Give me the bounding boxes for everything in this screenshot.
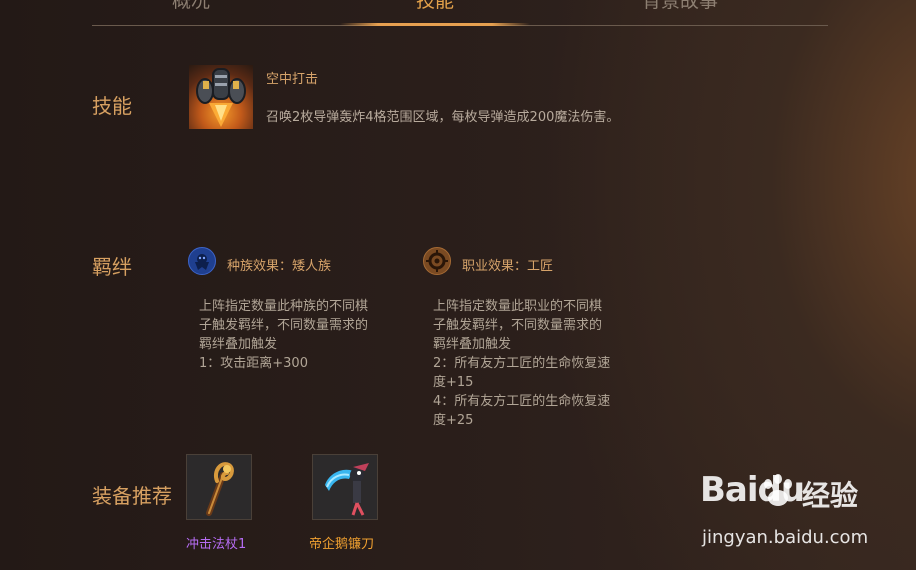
watermark-jing: 经验 bbox=[802, 479, 859, 512]
bond-class-label: 职业效果：工匠 bbox=[462, 259, 554, 274]
staff-icon[interactable] bbox=[186, 454, 252, 520]
tab-skills[interactable]: 技能 bbox=[416, 0, 454, 13]
bond-race-line: 上阵指定数量此种族的不同棋 bbox=[199, 299, 369, 314]
section-title-equipment: 装备推荐 bbox=[92, 484, 172, 508]
equipment-name[interactable]: 冲击法杖1 bbox=[186, 533, 246, 552]
skill-name: 空中打击 bbox=[266, 72, 319, 87]
bond-race-description: 上阵指定数量此种族的不同棋 子触发羁绊，不同数量需求的 羁绊叠加触发 1：攻击距… bbox=[199, 297, 368, 373]
bond-race-line: 1：攻击距离+300 bbox=[199, 356, 308, 371]
air-strike-skill-icon[interactable] bbox=[189, 65, 253, 129]
bond-race-line: 羁绊叠加触发 bbox=[199, 337, 278, 352]
bond-class-description: 上阵指定数量此职业的不同棋 子触发羁绊，不同数量需求的 羁绊叠加触发 2：所有友… bbox=[433, 297, 610, 430]
bond-class-line: 2：所有友方工匠的生命恢复速 bbox=[433, 356, 611, 371]
watermark-url: jingyan.baidu.com bbox=[702, 527, 869, 548]
paw-icon bbox=[764, 474, 792, 506]
bond-class-line: 4：所有友方工匠的生命恢复速 bbox=[433, 394, 611, 409]
tab-active-indicator bbox=[340, 23, 530, 26]
bond-race-label: 种族效果：矮人族 bbox=[227, 259, 332, 274]
bond-race-line: 子触发羁绊，不同数量需求的 bbox=[199, 318, 369, 333]
tab-overview[interactable]: 概况 bbox=[172, 0, 210, 13]
section-title-bond: 羁绊 bbox=[92, 255, 132, 279]
bond-class-line: 羁绊叠加触发 bbox=[433, 337, 512, 352]
tinker-class-icon bbox=[423, 247, 451, 275]
skill-description: 召唤2枚导弹轰炸4格范围区域，每枚导弹造成200魔法伤害。 bbox=[266, 110, 620, 125]
scythe-icon[interactable] bbox=[312, 454, 378, 520]
tab-background-story[interactable]: 背景故事 bbox=[642, 0, 718, 13]
baidu-jingyan-watermark: Baidu 经验 jingyan.baidu.com bbox=[700, 470, 900, 550]
equipment-name[interactable]: 帝企鹅镰刀 bbox=[309, 533, 374, 552]
bond-class-line: 子触发羁绊，不同数量需求的 bbox=[433, 318, 603, 333]
bond-class-line: 度+15 bbox=[433, 375, 474, 390]
bond-class-line: 上阵指定数量此职业的不同棋 bbox=[433, 299, 603, 314]
section-title-skill: 技能 bbox=[92, 94, 132, 118]
bond-class-line: 度+25 bbox=[433, 413, 474, 428]
dwarf-race-icon bbox=[188, 247, 216, 275]
